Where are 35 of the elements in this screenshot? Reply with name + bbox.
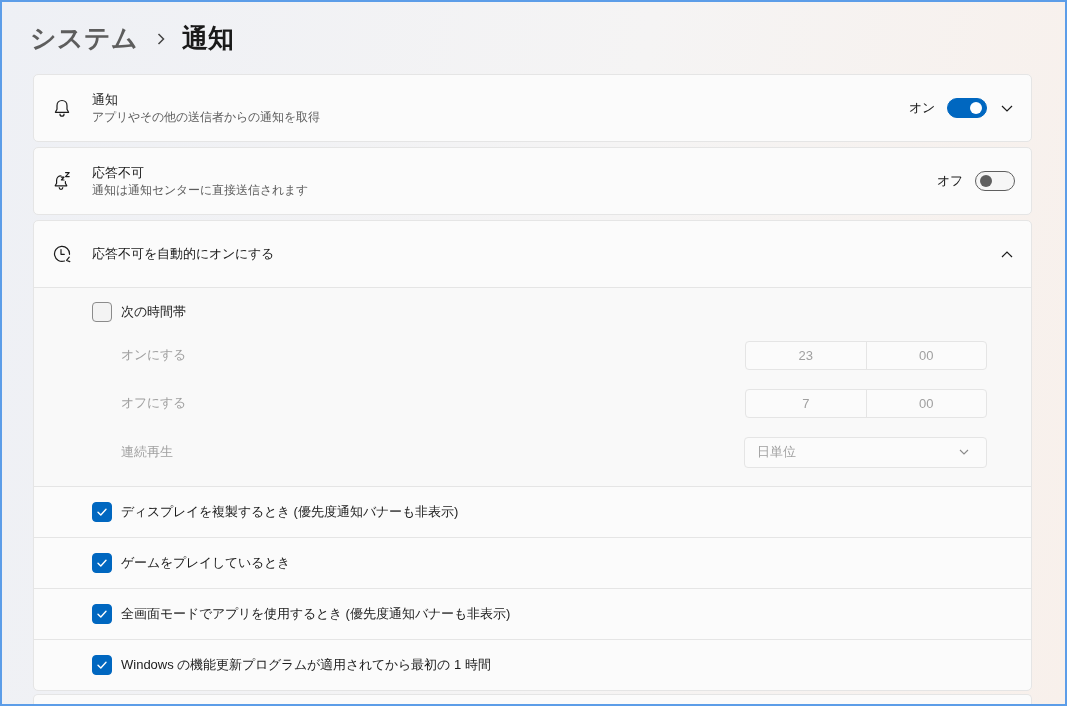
setting-title: 通知 [92,91,118,109]
setting-title: 応答不可を自動的にオンにする [92,245,274,263]
bell-with-zz-icon [52,171,72,191]
chevron-right-icon [157,33,165,45]
bell-icon [52,98,72,118]
setting-label: オンにする [121,346,186,364]
setting-label: オフにする [121,394,186,412]
chevron-down-icon [959,449,969,455]
chevron-down-icon[interactable] [1001,104,1013,112]
checkbox[interactable] [92,553,112,573]
toggle-switch[interactable] [947,98,987,118]
checkmark-icon [97,559,107,567]
checkbox[interactable] [92,604,112,624]
setting-description: アプリやその他の送信者からの通知を取得 [92,109,320,125]
checkbox-label: 全画面モードでアプリを使用するとき (優先度通知バナーも非表示) [121,605,511,623]
breadcrumb-item[interactable]: システム [30,18,138,58]
checkmark-icon [97,661,107,669]
toggle-state-label: オフ [937,172,963,190]
clock-arrow-icon [52,244,72,264]
toggle-switch[interactable] [975,171,1015,191]
setting-description: 通知は通知センターに直接送信されます [92,182,308,198]
setting-label: 連続再生 [121,443,173,461]
checkbox-label: ディスプレイを複製するとき (優先度通知バナーも非表示) [121,503,459,521]
checkbox[interactable] [92,502,112,522]
setting-title: 応答不可 [92,164,144,182]
checkbox[interactable] [92,302,112,322]
checkbox-label: Windows の機能更新プログラムが適用されてから最初の 1 時間 [121,656,491,674]
chevron-up-icon[interactable] [1001,250,1013,258]
checkbox[interactable] [92,655,112,675]
toggle-state-label: オン [909,99,935,117]
checkbox-label: ゲームをプレイしているとき [121,554,290,572]
checkmark-icon [97,508,107,516]
checkmark-icon [97,610,107,618]
breadcrumb-item: 通知 [182,22,234,55]
checkbox-label: 次の時間帯 [121,303,186,321]
